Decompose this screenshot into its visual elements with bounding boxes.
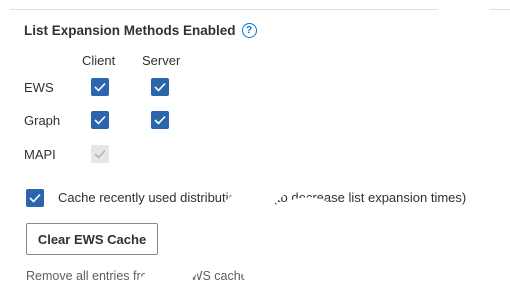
checkmark-icon [94, 82, 106, 92]
section-title: List Expansion Methods Enabled ? [24, 23, 257, 38]
clear-ews-cache-button[interactable]: Clear EWS Cache [26, 223, 158, 255]
graph-client-checkbox[interactable] [91, 111, 109, 129]
help-circle-icon[interactable]: ? [241, 23, 257, 38]
checkmark-icon [94, 149, 106, 159]
column-header-server: Server [142, 53, 181, 68]
ews-server-checkbox[interactable] [151, 78, 169, 96]
section-title-text: List Expansion Methods Enabled [24, 23, 236, 38]
checkmark-icon [29, 193, 41, 203]
row-label-ews: EWS [24, 80, 54, 95]
cache-lists-checkbox[interactable] [26, 189, 44, 207]
row-label-mapi: MAPI [24, 147, 56, 162]
top-divider [10, 9, 510, 10]
graph-server-checkbox[interactable] [151, 111, 169, 129]
mapi-client-checkbox [91, 145, 109, 163]
checkmark-icon [154, 115, 166, 125]
checkmark-icon [94, 115, 106, 125]
checkmark-icon [154, 82, 166, 92]
clear-cache-helper-text: Remove all entries from the EWS cache. [26, 269, 252, 283]
cache-lists-label: Cache recently used distribution lists (… [58, 190, 467, 205]
ews-client-checkbox[interactable] [91, 78, 109, 96]
row-label-graph: Graph [24, 113, 61, 128]
column-header-client: Client [82, 53, 116, 68]
